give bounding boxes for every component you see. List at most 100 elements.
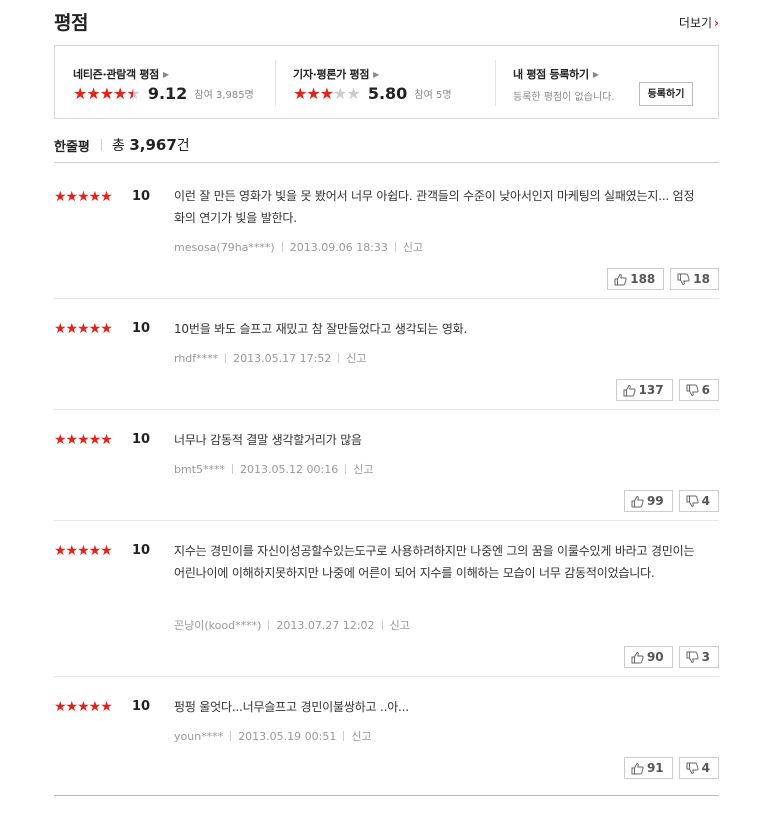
star-half-icon: ★: [126, 84, 140, 103]
review-text: 10번을 봐도 슬프고 재밌고 참 잘만들었다고 생각되는 영화.: [174, 322, 468, 336]
review-star-rating: ★★★★★: [54, 543, 113, 559]
critic-rating-link[interactable]: 기자·평론가 평점 ▶: [293, 66, 379, 82]
netizen-rating-title: 네티즌·관람객 평점: [73, 68, 159, 81]
report-link[interactable]: 신고: [351, 730, 371, 743]
review-star-rating: ★★★★★: [54, 699, 113, 715]
review-score: 10: [132, 432, 151, 447]
star-full-icon: ★: [99, 84, 114, 103]
review-star-rating: ★★★★★: [54, 432, 113, 448]
like-count: 99: [646, 494, 664, 508]
register-rating-button[interactable]: 등록하기: [639, 82, 693, 106]
caret-right-icon: ▶: [592, 70, 599, 79]
star-empty-icon: ★: [333, 84, 347, 103]
review-date: 2013.05.19 00:51: [238, 730, 337, 743]
caret-right-icon: ▶: [373, 70, 380, 79]
report-link[interactable]: 신고: [346, 352, 366, 365]
caret-right-icon: ▶: [162, 70, 169, 79]
review-date: 2013.05.17 17:52: [233, 352, 332, 365]
netizen-rating-link[interactable]: 네티즌·관람객 평점 ▶: [73, 66, 169, 82]
divider: [281, 242, 283, 252]
review-text: 너무나 감동적 결말 생각할거리가 많음: [174, 433, 362, 447]
dislike-count: 6: [701, 383, 710, 397]
review-date: 2013.09.06 18:33: [289, 241, 388, 254]
review-score: 10: [132, 189, 151, 204]
thumbs-down-icon: [686, 651, 699, 663]
dislike-button[interactable]: 4: [678, 757, 719, 779]
review-score: 10: [132, 543, 151, 558]
divider: [232, 464, 234, 474]
dislike-count: 18: [693, 272, 710, 286]
review-user: youn****: [174, 730, 224, 743]
like-count: 91: [646, 761, 664, 775]
no-rating-text: 등록한 평점이 없습니다.: [513, 92, 615, 103]
like-button[interactable]: 188: [607, 268, 665, 290]
thumbs-up-icon: [631, 495, 644, 507]
divider: [394, 242, 396, 252]
report-link[interactable]: 신고: [403, 241, 423, 254]
thumbs-down-icon: [686, 495, 699, 507]
my-rating-title: 내 평점 등록하기: [513, 68, 589, 81]
review-item: ★★★★★ 10 펑펑 울엇다...너무슬프고 경민이불쌍하고 ..아... y…: [54, 677, 719, 796]
review-date: 2013.07.27 12:02: [276, 619, 375, 632]
review-text: 지수는 경민이를 자신이성공할수있는도구로 사용하려하지만 나중엔 그의 꿈을 …: [174, 544, 695, 580]
review-user: bmt5****: [174, 463, 226, 476]
review-user: mesosa(79ha****): [174, 241, 275, 254]
more-label: 더보기: [678, 16, 713, 30]
report-link[interactable]: 신고: [353, 463, 373, 476]
thumbs-up-icon: [631, 762, 644, 774]
review-text: 펑펑 울엇다...너무슬프고 경민이불쌍하고 ..아...: [174, 700, 409, 714]
section-title: 평점: [54, 12, 88, 34]
review-item: ★★★★★ 10 이런 잘 만든 영화가 빛을 못 봤어서 너무 아쉽다. 관객…: [54, 163, 719, 299]
netizen-star-rating: ★★★★★: [73, 84, 144, 103]
review-text: 이런 잘 만든 영화가 빛을 못 봤어서 너무 아쉽다. 관객들의 수준이 낮아…: [174, 189, 695, 225]
critic-rating-title: 기자·평론가 평점: [293, 68, 370, 81]
like-button[interactable]: 91: [623, 757, 673, 779]
dislike-count: 4: [701, 761, 710, 775]
thumbs-up-icon: [631, 651, 644, 663]
thumbs-down-icon: [686, 762, 699, 774]
thumbs-up-icon: [614, 273, 627, 285]
critic-participants: 참여 5명: [414, 90, 452, 101]
rating-section: 평점 더보기 › 네티즌·관람객 평점 ▶ ★★★★★ 9.12 참여 3,985명…: [54, 0, 719, 796]
report-link[interactable]: 신고: [390, 619, 410, 632]
review-item: ★★★★★ 10 10번을 봐도 슬프고 재밌고 참 잘만들었다고 생각되는 영…: [54, 299, 719, 410]
vote-buttons: 91 4: [623, 757, 719, 779]
like-button[interactable]: 99: [623, 490, 673, 512]
review-user: 꼰냥이(kood****): [174, 619, 262, 632]
like-count: 90: [646, 650, 664, 664]
thumbs-down-icon: [686, 384, 699, 396]
review-meta: 꼰냥이(kood****) 2013.07.27 12:02 신고: [174, 617, 410, 633]
dislike-count: 4: [701, 494, 710, 508]
star-full-icon: ★: [113, 84, 127, 103]
thumbs-down-icon: [677, 273, 690, 285]
netizen-participants: 참여 3,985명: [194, 90, 254, 101]
section-header: 평점 더보기 ›: [54, 0, 719, 44]
review-meta: youn**** 2013.05.19 00:51 신고: [174, 728, 372, 744]
critic-score: 5.80: [367, 84, 408, 103]
like-button[interactable]: 90: [623, 646, 673, 668]
star-full-icon: ★: [293, 84, 307, 103]
critic-star-rating: ★★★★★: [293, 84, 364, 103]
dislike-button[interactable]: 6: [678, 379, 719, 401]
chevron-right-icon: ›: [714, 16, 719, 30]
review-score: 10: [132, 321, 151, 336]
more-link[interactable]: 더보기 ›: [679, 14, 719, 31]
my-rating-link[interactable]: 내 평점 등록하기 ▶: [513, 66, 599, 82]
dislike-button[interactable]: 18: [670, 268, 719, 290]
divider: [225, 353, 227, 363]
review-star-rating: ★★★★★: [54, 189, 113, 205]
total-suffix: 건: [176, 138, 190, 154]
divider: [230, 731, 232, 741]
vote-buttons: 188 18: [607, 268, 719, 290]
star-full-icon: ★: [319, 84, 334, 103]
divider: [268, 620, 270, 630]
review-item: ★★★★★ 10 지수는 경민이를 자신이성공할수있는도구로 사용하려하지만 나…: [54, 521, 719, 677]
review-star-rating: ★★★★★: [54, 321, 113, 337]
like-button[interactable]: 137: [615, 379, 673, 401]
vote-buttons: 137 6: [615, 379, 719, 401]
reviews-label: 한줄평: [54, 140, 90, 155]
dislike-button[interactable]: 4: [678, 490, 719, 512]
dislike-button[interactable]: 3: [678, 646, 719, 668]
star-full-icon: ★: [306, 84, 320, 103]
like-count: 188: [630, 272, 656, 286]
